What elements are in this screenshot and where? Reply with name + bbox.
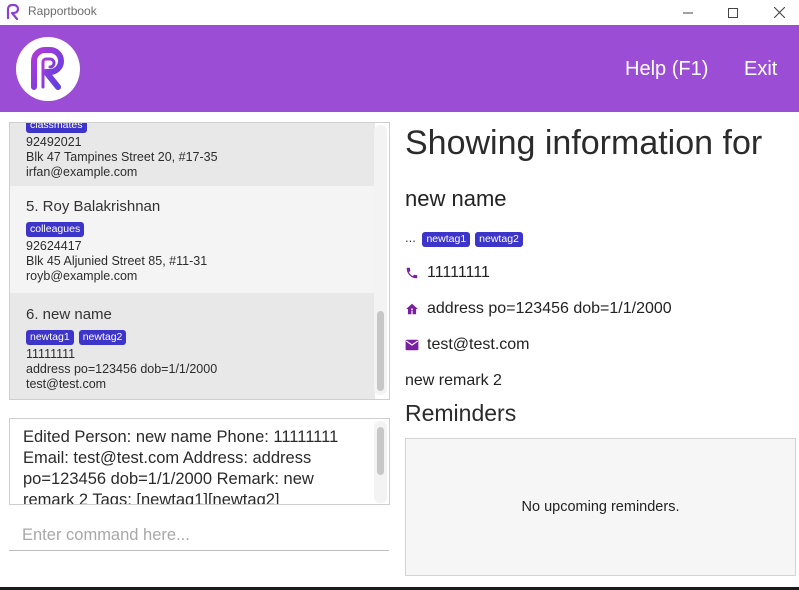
tag: newtag2	[78, 330, 127, 345]
result-text: Edited Person: new name Phone: 11111111 …	[23, 428, 339, 505]
minimize-icon	[683, 12, 693, 13]
help-menu[interactable]: Help (F1)	[625, 58, 708, 81]
app-logo-icon	[6, 4, 20, 20]
detail-email: test@test.com	[427, 336, 530, 353]
exit-menu[interactable]: Exit	[744, 58, 777, 81]
detail-phone: 11111111	[427, 264, 490, 281]
detail-email-row: test@test.com	[405, 336, 530, 354]
list-scrollbar-thumb[interactable]	[377, 311, 384, 391]
detail-address-row: address po=123456 dob=1/1/2000	[405, 300, 672, 318]
window-title: Rapportbook	[28, 4, 97, 18]
app-window: Rapportbook Help (F1) Exit classmates 92…	[0, 0, 799, 587]
reminders-empty-text: No upcoming reminders.	[521, 499, 680, 515]
person-name: 6. new name	[26, 306, 112, 323]
reminders-panel: No upcoming reminders.	[405, 438, 796, 576]
maximize-icon	[728, 7, 738, 18]
person-name: 5. Roy Balakrishnan	[26, 198, 161, 215]
person-address: Blk 45 Aljunied Street 85, #11-31	[26, 254, 208, 268]
person-email: irfan@example.com	[26, 165, 138, 179]
person-email: royb@example.com	[26, 269, 138, 283]
phone-icon	[405, 265, 421, 281]
detail-remark: new remark 2	[405, 372, 502, 389]
result-display[interactable]: Edited Person: new name Phone: 11111111 …	[9, 418, 390, 505]
person-card[interactable]: 5. Roy Balakrishnan colleagues 92624417 …	[10, 186, 375, 293]
tag: classmates	[26, 123, 87, 133]
detail-name: new name	[405, 186, 507, 211]
person-address: address po=123456 dob=1/1/2000	[26, 362, 218, 376]
close-button[interactable]	[756, 0, 799, 25]
person-card-selected[interactable]: 6. new name newtag1 newtag2 11111111 addr…	[10, 293, 375, 399]
minimize-button[interactable]	[665, 0, 711, 25]
detail-address: address po=123456 dob=1/1/2000	[427, 300, 672, 317]
person-list[interactable]: classmates 92492021 Blk 47 Tampines Stre…	[9, 122, 390, 400]
header-bar: Help (F1) Exit	[0, 25, 799, 112]
home-icon	[405, 301, 421, 317]
person-phone: 92492021	[26, 135, 82, 149]
person-email: test@test.com	[26, 377, 107, 391]
list-scrollbar[interactable]	[374, 125, 387, 395]
tag: newtag1	[422, 232, 471, 247]
tag: colleagues	[26, 222, 85, 237]
detail-tags: ... newtag1 newtag2	[405, 230, 528, 247]
rapportbook-logo-icon	[31, 47, 64, 90]
app-logo	[16, 37, 80, 101]
reminders-title: Reminders	[405, 400, 517, 426]
tag: newtag2	[475, 232, 523, 247]
person-phone: 11111111	[26, 347, 76, 361]
tags-prefix: ...	[405, 230, 416, 245]
tag: newtag1	[26, 330, 74, 345]
result-scrollbar[interactable]	[374, 421, 387, 503]
email-icon	[405, 337, 421, 353]
detail-phone-row: 11111111	[405, 264, 490, 282]
maximize-button[interactable]	[710, 0, 756, 25]
person-address: Blk 47 Tampines Street 20, #17-35	[26, 150, 218, 164]
result-scrollbar-thumb[interactable]	[377, 427, 384, 475]
close-icon	[773, 7, 785, 18]
person-phone: 92624417	[26, 239, 82, 253]
person-card[interactable]: classmates 92492021 Blk 47 Tampines Stre…	[10, 123, 375, 186]
title-bar: Rapportbook	[0, 0, 799, 25]
command-input[interactable]	[9, 520, 389, 551]
detail-heading: Showing information for	[405, 124, 763, 162]
